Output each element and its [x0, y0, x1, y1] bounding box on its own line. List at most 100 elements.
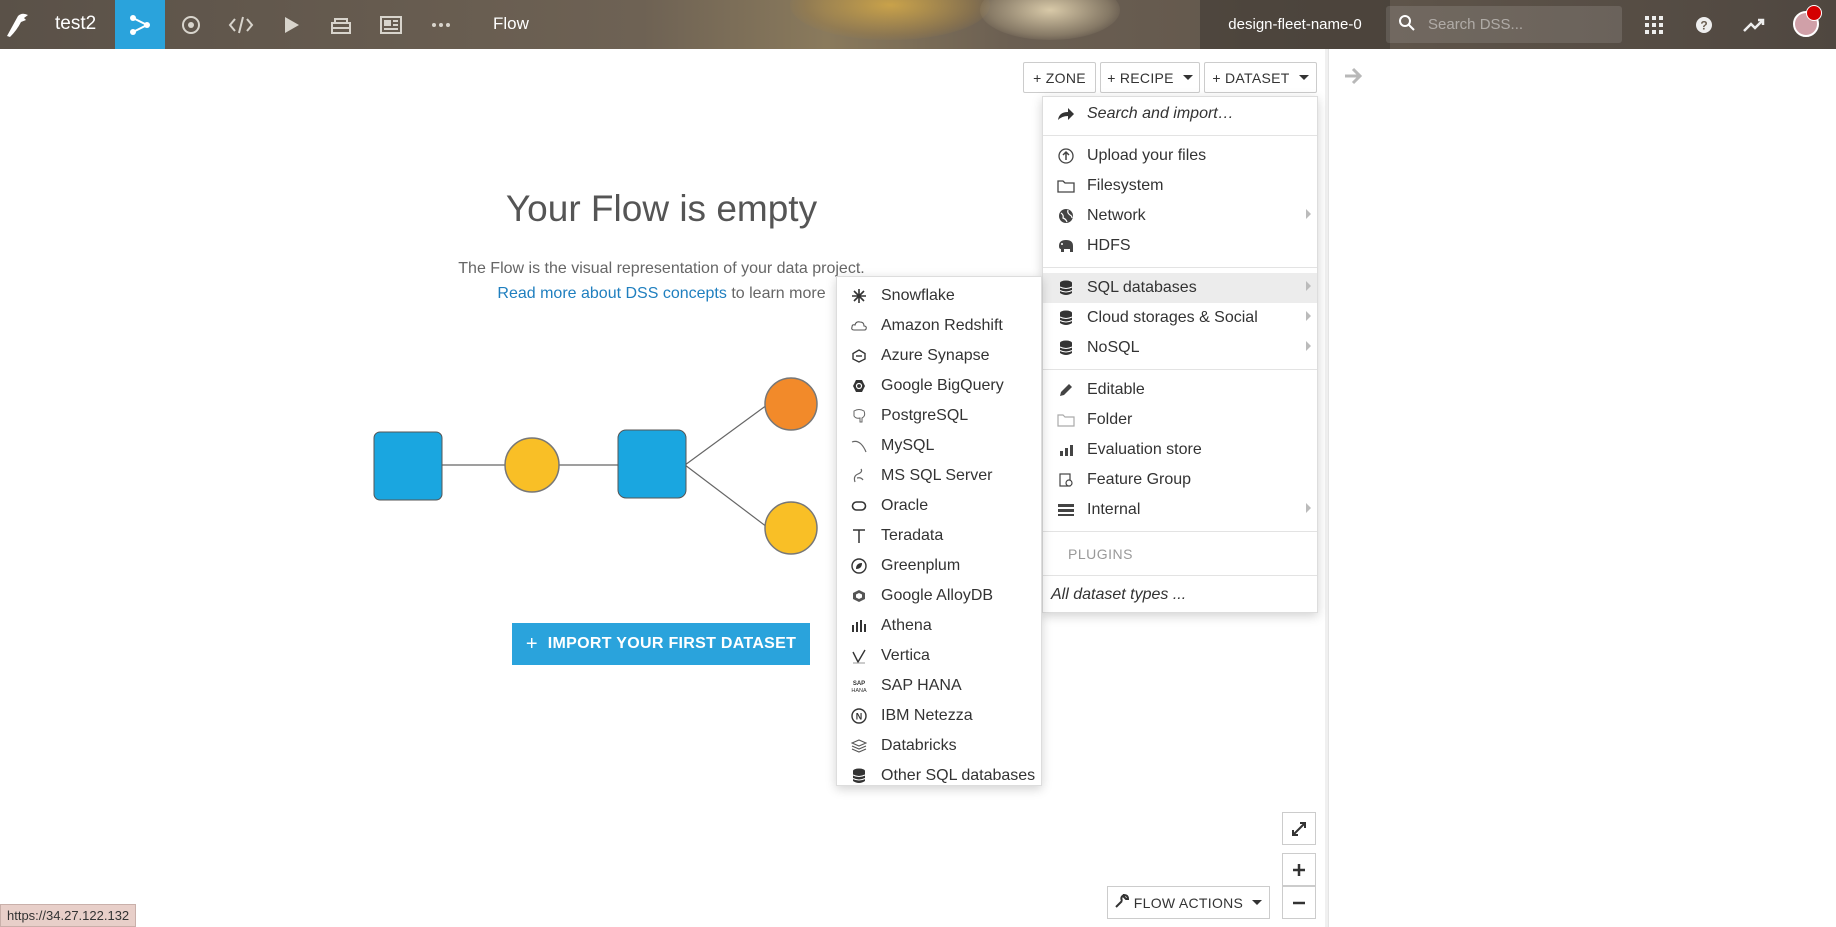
expand-panel-arrow-icon[interactable] — [1343, 66, 1365, 92]
chevron-down-icon — [1298, 75, 1309, 80]
menu-item-network[interactable]: Network — [1043, 201, 1317, 231]
deploy-nav-icon[interactable] — [316, 0, 366, 49]
more-nav-icon[interactable] — [416, 0, 466, 49]
fit-to-screen-button[interactable] — [1282, 812, 1316, 845]
dataset-node-icon — [373, 431, 443, 501]
database-icon — [1055, 340, 1077, 356]
menu-separator — [1043, 267, 1317, 268]
sql-submenu-item[interactable]: Snowflake — [837, 281, 1041, 311]
menu-item-label: HDFS — [1087, 237, 1131, 254]
teradata-icon — [849, 528, 869, 544]
recipe-node-icon — [504, 437, 560, 493]
sql-submenu-item[interactable]: Teradata — [837, 521, 1041, 551]
menu-item-internal[interactable]: Internal — [1043, 495, 1317, 525]
sql-submenu-item[interactable]: Greenplum — [837, 551, 1041, 581]
menu-item-nosql[interactable]: NoSQL — [1043, 333, 1317, 363]
apps-grid-icon[interactable] — [1639, 10, 1669, 40]
sap-hana-icon: SAP HANA — [849, 679, 869, 693]
sql-submenu-item[interactable]: Google AlloyDB — [837, 581, 1041, 611]
activity-trend-icon[interactable] — [1739, 10, 1769, 40]
zoom-out-button[interactable] — [1282, 886, 1316, 919]
sql-submenu-label: SAP HANA — [881, 677, 962, 694]
header-background-decoration — [790, 0, 990, 40]
menu-item-feature-group[interactable]: Feature Group — [1043, 465, 1317, 495]
sql-submenu-item[interactable]: N IBM Netezza — [837, 701, 1041, 731]
menu-item-label: NoSQL — [1087, 339, 1140, 356]
snowflake-icon — [849, 289, 869, 303]
search-input[interactable] — [1428, 13, 1608, 35]
menu-item-filesystem[interactable]: Filesystem — [1043, 171, 1317, 201]
right-side-panel — [1328, 49, 1836, 927]
notification-badge[interactable] — [1806, 5, 1822, 21]
sql-submenu-item[interactable]: PostgreSQL — [837, 401, 1041, 431]
status-url-bar: https://34.27.122.132 — [0, 904, 137, 927]
hadoop-elephant-icon — [1055, 238, 1077, 254]
sql-submenu-item[interactable]: Athena — [837, 611, 1041, 641]
add-recipe-button[interactable]: + RECIPE — [1100, 62, 1200, 93]
menu-item-label: Search and import… — [1087, 105, 1234, 122]
wrench-icon — [1115, 893, 1129, 911]
empty-flow-title: Your Flow is empty — [505, 188, 818, 229]
add-recipe-label: + RECIPE — [1107, 69, 1174, 86]
menu-item-sql-databases[interactable]: SQL databases — [1043, 273, 1317, 303]
upload-icon — [1055, 148, 1077, 164]
menu-item-folder[interactable]: Folder — [1043, 405, 1317, 435]
menu-item-hdfs[interactable]: HDFS — [1043, 231, 1317, 261]
flow-actions-button[interactable]: FLOW ACTIONS — [1107, 886, 1270, 919]
sql-submenu-item[interactable]: SAP HANA SAP HANA — [837, 671, 1041, 701]
plus-icon: + — [525, 632, 538, 655]
chevron-right-icon — [1306, 341, 1311, 351]
global-search[interactable] — [1386, 6, 1622, 43]
project-name[interactable]: test2 — [55, 13, 96, 35]
globe-icon — [1055, 208, 1077, 224]
sql-submenu-label: MS SQL Server — [881, 467, 993, 484]
menu-item-label: Evaluation store — [1087, 441, 1202, 458]
chevron-down-icon — [1182, 75, 1193, 80]
menu-item-upload-files[interactable]: Upload your files — [1043, 141, 1317, 171]
athena-icon — [849, 619, 869, 633]
code-nav-icon[interactable] — [216, 0, 266, 49]
zoom-in-button[interactable] — [1282, 853, 1316, 886]
menu-item-all-dataset-types[interactable]: All dataset types ... — [1043, 580, 1317, 610]
menu-item-editable[interactable]: Editable — [1043, 375, 1317, 405]
add-dataset-button[interactable]: + DATASET — [1204, 62, 1317, 93]
top-navigation-bar: test2 Flow design-fleet-name-0 ? — [0, 0, 1836, 49]
sql-submenu-label: PostgreSQL — [881, 407, 969, 424]
sql-submenu-item[interactable]: Databricks — [837, 731, 1041, 761]
folder-icon — [1055, 179, 1077, 193]
dataiku-bird-logo-icon[interactable] — [4, 10, 34, 40]
analysis-nav-icon[interactable] — [166, 0, 216, 49]
menu-item-cloud-storages[interactable]: Cloud storages & Social — [1043, 303, 1317, 333]
sql-submenu-item[interactable]: Oracle — [837, 491, 1041, 521]
sql-submenu-label: Oracle — [881, 497, 929, 514]
sql-submenu-label: MySQL — [881, 437, 935, 454]
flow-nav-icon[interactable] — [115, 0, 165, 49]
import-first-dataset-label: IMPORT YOUR FIRST DATASET — [547, 635, 797, 652]
redshift-icon — [849, 320, 869, 332]
dss-concepts-link[interactable]: Read more about DSS concepts — [497, 285, 726, 302]
sql-submenu-label: Athena — [881, 617, 932, 634]
import-first-dataset-button[interactable]: + IMPORT YOUR FIRST DATASET — [512, 623, 810, 665]
dashboard-nav-icon[interactable] — [366, 0, 416, 49]
mysql-icon — [849, 439, 869, 453]
sql-submenu-item[interactable]: Google BigQuery — [837, 371, 1041, 401]
help-icon[interactable]: ? — [1689, 10, 1719, 40]
menu-item-evaluation-store[interactable]: Evaluation store — [1043, 435, 1317, 465]
sql-submenu-item[interactable]: Amazon Redshift — [837, 311, 1041, 341]
synapse-icon — [849, 349, 869, 363]
sql-submenu-item[interactable]: Other SQL databases — [837, 761, 1041, 791]
menu-item-search-import[interactable]: Search and import… — [1043, 99, 1317, 129]
add-zone-button[interactable]: + ZONE — [1023, 62, 1096, 93]
sql-submenu-item[interactable]: MySQL — [837, 431, 1041, 461]
add-dataset-label: + DATASET — [1212, 69, 1290, 86]
sql-submenu-item[interactable]: Azure Synapse — [837, 341, 1041, 371]
menu-separator — [1043, 135, 1317, 136]
instance-name[interactable]: design-fleet-name-0 — [1200, 0, 1390, 49]
menu-item-label: Network — [1087, 207, 1146, 224]
sql-submenu-item[interactable]: MS SQL Server — [837, 461, 1041, 491]
sql-submenu-label: Other SQL databases — [881, 767, 1036, 784]
sql-submenu-item[interactable]: Vertica — [837, 641, 1041, 671]
run-nav-icon[interactable] — [266, 0, 316, 49]
sql-submenu-label: Google AlloyDB — [881, 587, 994, 604]
oracle-icon — [849, 500, 869, 512]
